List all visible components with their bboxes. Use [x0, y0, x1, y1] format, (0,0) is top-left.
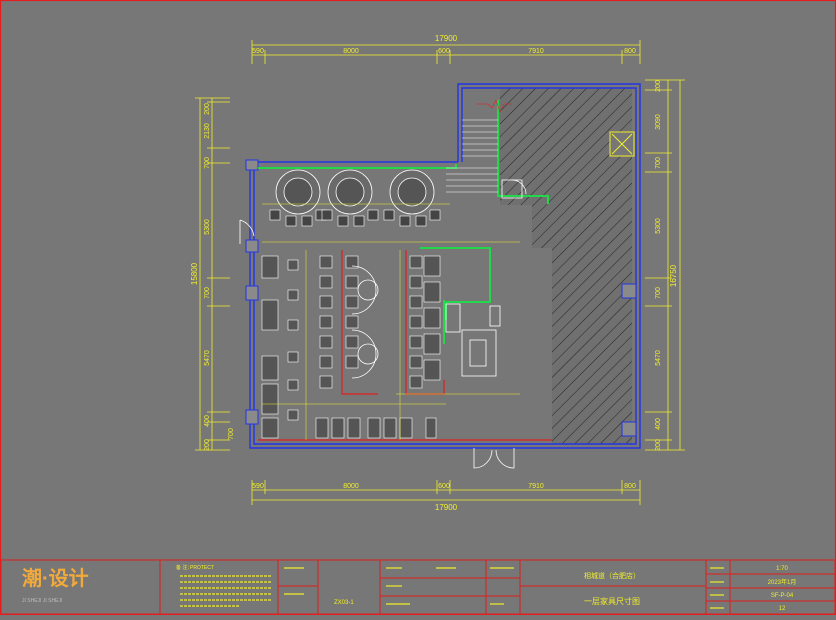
left-dim-segment-3: 700 [204, 157, 211, 169]
sheet-number: 12 [779, 606, 786, 612]
floor-plan-drawing: 17900 590 8000 600 7910 800 17900 590 80… [0, 0, 836, 616]
interior-dimension-lines [262, 203, 520, 440]
notes-text-lines [180, 575, 272, 607]
drawing-title: 一层家具尺寸图 [584, 596, 640, 606]
left-total-dimension: 15800 [190, 262, 199, 285]
left-dim-segment-5: 700 [204, 287, 211, 299]
right-dim-segment-4: 5300 [655, 218, 662, 234]
top-dim-segment-4: 7910 [528, 48, 544, 55]
drawing-code: ZX03-1 [334, 600, 354, 606]
left-dim-segment-7: 400 [204, 415, 211, 427]
project-name: 相城道（合肥店） [584, 571, 640, 580]
left-dim-segment-6: 5470 [204, 350, 211, 366]
bottom-tables [315, 417, 437, 439]
left-booth-seating [261, 255, 299, 439]
right-total-dimension: 16750 [669, 264, 678, 287]
logo: 潮·设计 [22, 567, 89, 590]
bottom-dim-segment-2: 8000 [343, 483, 359, 490]
title-block [0, 559, 836, 615]
drawing-number: SF-P-04 [771, 593, 794, 599]
top-dim-segment-1: 590 [252, 48, 264, 55]
left-dim-segment-9: 200 [204, 439, 211, 451]
right-dim-segment-7: 400 [655, 418, 662, 430]
logo-subtitle: JI SHEJI JI SHEJI [22, 598, 62, 604]
round-booths [275, 169, 435, 215]
left-dimension-chain [195, 97, 230, 451]
right-dim-segment-5: 700 [655, 287, 662, 299]
right-dim-segment-8: 200 [655, 439, 662, 451]
drawing-scale: 1:70 [776, 566, 788, 572]
left-dim-segment-4: 5300 [204, 219, 211, 235]
top-dim-segment-3: 600 [438, 48, 450, 55]
bottom-dim-segment-5: 800 [624, 483, 636, 490]
top-dim-segment-2: 8000 [343, 48, 359, 55]
right-dim-segment-1: 200 [655, 80, 662, 92]
right-dimension-chain [645, 79, 685, 451]
bottom-dim-segment-1: 590 [252, 483, 264, 490]
top-dim-segment-5: 800 [624, 48, 636, 55]
top-total-dimension: 17900 [435, 34, 458, 43]
center-seating-rows [319, 255, 441, 389]
bar-counter [445, 179, 527, 377]
cad-drawing-frame: 17900 590 8000 600 7910 800 17900 590 80… [0, 0, 836, 616]
notes-value: PROTECT [190, 565, 214, 571]
right-dim-segment-2: 3090 [655, 114, 662, 130]
bottom-dim-segment-4: 7910 [528, 483, 544, 490]
left-dim-segment-2: 2130 [204, 123, 211, 139]
right-dim-segment-6: 5470 [655, 350, 662, 366]
drawing-date: 2023年1月 [768, 578, 797, 586]
left-dim-segment-8: 700 [228, 428, 235, 440]
bottom-dim-segment-3: 600 [438, 483, 450, 490]
left-dim-segment-1: 200 [204, 103, 211, 115]
right-dim-segment-3: 700 [655, 157, 662, 169]
bottom-total-dimension: 17900 [435, 503, 458, 512]
red-lines [258, 250, 552, 441]
